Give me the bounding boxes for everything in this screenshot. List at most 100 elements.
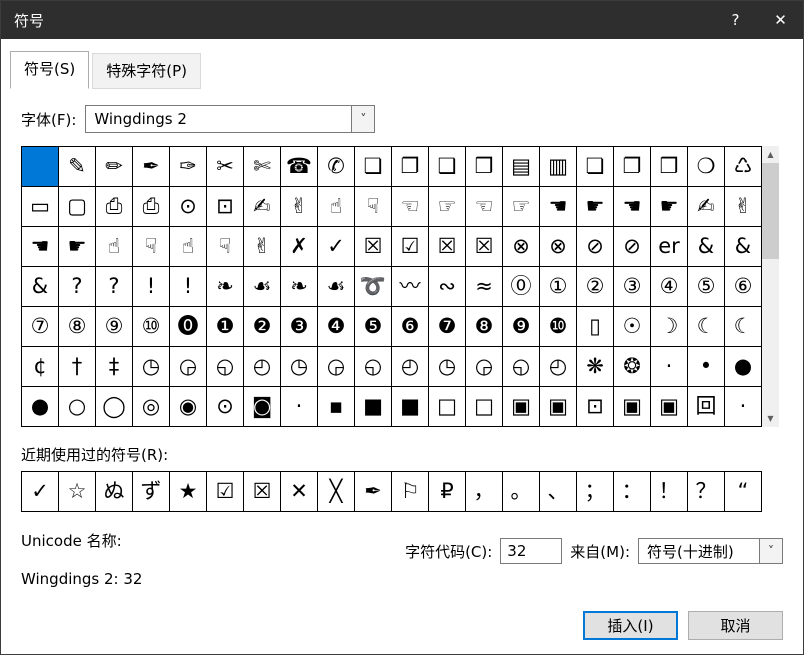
symbol-cell[interactable]: ☙ xyxy=(244,267,281,307)
symbol-cell[interactable]: ▤ xyxy=(503,147,540,187)
symbol-cell[interactable]: ③ xyxy=(614,267,651,307)
symbol-cell[interactable]: ◶ xyxy=(318,347,355,387)
symbol-cell[interactable]: ◙ xyxy=(244,387,281,427)
symbol-cell[interactable]: ⊘ xyxy=(614,227,651,267)
symbol-cell[interactable]: ✌ xyxy=(725,187,762,227)
symbol-cell[interactable]: ✂ xyxy=(207,147,244,187)
symbol-cell[interactable]: ⑥ xyxy=(725,267,762,307)
recent-symbol-cell[interactable]: ？ xyxy=(688,472,725,512)
symbol-cell[interactable]: ! xyxy=(170,267,207,307)
symbol-cell[interactable]: ❏ xyxy=(577,147,614,187)
symbol-cell[interactable]: † xyxy=(59,347,96,387)
symbol-cell[interactable]: ? xyxy=(59,267,96,307)
symbol-cell[interactable]: ⓿ xyxy=(170,307,207,347)
symbol-cell[interactable]: ✍ xyxy=(244,187,281,227)
symbol-cell[interactable]: ⊙ xyxy=(207,387,244,427)
symbol-cell[interactable]: ☟ xyxy=(133,227,170,267)
symbol-cell[interactable]: • xyxy=(688,347,725,387)
symbol-cell[interactable]: ▥ xyxy=(540,147,577,187)
symbol-cell[interactable]: 回 xyxy=(688,387,725,427)
symbol-cell[interactable]: ☛ xyxy=(651,187,688,227)
symbol-cell[interactable]: ◶ xyxy=(466,347,503,387)
symbol-cell[interactable]: ⊘ xyxy=(577,227,614,267)
symbol-cell[interactable]: ⑨ xyxy=(96,307,133,347)
symbol-cell[interactable]: ☾ xyxy=(725,307,762,347)
symbol-cell[interactable]: · xyxy=(651,347,688,387)
symbol-cell[interactable]: ❼ xyxy=(429,307,466,347)
symbol-cell[interactable]: ◉ xyxy=(170,387,207,427)
symbol-cell[interactable]: ⑧ xyxy=(59,307,96,347)
symbol-cell[interactable]: ✌ xyxy=(244,227,281,267)
symbol-cell[interactable]: er xyxy=(651,227,688,267)
symbol-cell[interactable]: ❂ xyxy=(614,347,651,387)
symbol-cell[interactable]: ✑ xyxy=(170,147,207,187)
symbol-cell[interactable]: ‡ xyxy=(96,347,133,387)
symbol-cell[interactable]: ④ xyxy=(651,267,688,307)
tab-symbols[interactable]: 符号(S) xyxy=(10,51,89,89)
scroll-down-icon[interactable]: ▼ xyxy=(762,410,779,427)
symbol-cell[interactable]: ⑦ xyxy=(22,307,59,347)
recent-symbol-cell[interactable]: ！ xyxy=(651,472,688,512)
symbol-cell[interactable]: ❑ xyxy=(429,147,466,187)
symbol-cell[interactable]: ◷ xyxy=(133,347,170,387)
symbol-cell[interactable]: ⊡ xyxy=(577,387,614,427)
recent-symbol-cell[interactable]: ╳ xyxy=(318,472,355,512)
symbol-cell[interactable]: ◴ xyxy=(540,347,577,387)
recent-symbol-cell[interactable]: ； xyxy=(577,472,614,512)
recent-symbol-cell[interactable]: ✒ xyxy=(355,472,392,512)
symbol-cell[interactable]: ☚ xyxy=(540,187,577,227)
symbol-cell[interactable]: ▭ xyxy=(22,187,59,227)
symbol-cell[interactable]: ❾ xyxy=(503,307,540,347)
recent-symbol-cell[interactable]: ✕ xyxy=(281,472,318,512)
symbol-cell[interactable]: ⑤ xyxy=(688,267,725,307)
symbol-cell[interactable]: ✎ xyxy=(59,147,96,187)
symbol-cell[interactable]: ① xyxy=(540,267,577,307)
recent-symbol-cell[interactable]: ぬ xyxy=(96,472,133,512)
symbol-cell[interactable]: ◎ xyxy=(133,387,170,427)
symbol-cell[interactable]: ❺ xyxy=(355,307,392,347)
symbol-cell[interactable]: ❋ xyxy=(577,347,614,387)
symbol-cell[interactable]: ☞ xyxy=(503,187,540,227)
symbol-cell[interactable]: ✒ xyxy=(133,147,170,187)
symbol-cell[interactable]: ◷ xyxy=(281,347,318,387)
symbol-cell[interactable]: ☞ xyxy=(429,187,466,227)
symbol-cell[interactable]: ✆ xyxy=(318,147,355,187)
symbol-cell[interactable]: ⎙ xyxy=(96,187,133,227)
symbol-cell[interactable]: ☜ xyxy=(392,187,429,227)
symbol-cell[interactable]: ☚ xyxy=(614,187,651,227)
symbol-cell[interactable]: ⊡ xyxy=(207,187,244,227)
symbol-cell[interactable]: ⑩ xyxy=(133,307,170,347)
cancel-button[interactable]: 取消 xyxy=(688,611,783,640)
symbol-cell[interactable]: ❐ xyxy=(392,147,429,187)
symbol-cell[interactable]: ☜ xyxy=(466,187,503,227)
symbol-cell[interactable]: ▣ xyxy=(651,387,688,427)
recent-symbol-cell[interactable]: 。 xyxy=(503,472,540,512)
tab-special-characters[interactable]: 特殊字符(P) xyxy=(92,53,201,89)
recent-symbol-cell[interactable]: ⚐ xyxy=(392,472,429,512)
symbol-cell[interactable]: ◵ xyxy=(503,347,540,387)
symbol-cell[interactable]: □ xyxy=(466,387,503,427)
symbol-cell[interactable]: ◷ xyxy=(429,347,466,387)
symbol-cell[interactable]: ❏ xyxy=(355,147,392,187)
symbol-cell[interactable]: ☎ xyxy=(281,147,318,187)
symbol-cell[interactable]: ☛ xyxy=(59,227,96,267)
symbol-cell[interactable]: ○ xyxy=(59,387,96,427)
symbol-cell[interactable]: ◶ xyxy=(170,347,207,387)
symbol-cell[interactable]: ☝ xyxy=(318,187,355,227)
symbol-cell[interactable]: ● xyxy=(22,387,59,427)
recent-symbol-cell[interactable]: ： xyxy=(614,472,651,512)
symbol-cell[interactable]: & xyxy=(22,267,59,307)
char-code-input[interactable] xyxy=(500,538,562,564)
symbol-cell[interactable]: ∾ xyxy=(429,267,466,307)
symbol-cell[interactable]: · xyxy=(725,387,762,427)
symbol-cell[interactable]: ❻ xyxy=(392,307,429,347)
symbol-cell[interactable]: ❽ xyxy=(466,307,503,347)
symbol-cell[interactable]: & xyxy=(725,227,762,267)
recent-symbol-cell[interactable]: ★ xyxy=(170,472,207,512)
grid-scrollbar[interactable]: ▲ ▼ xyxy=(762,146,779,427)
symbol-cell[interactable]: ❸ xyxy=(281,307,318,347)
symbol-cell[interactable]: ❒ xyxy=(651,147,688,187)
symbol-cell[interactable]: ! xyxy=(133,267,170,307)
recent-symbol-cell[interactable]: ✓ xyxy=(22,472,59,512)
symbol-cell[interactable]: ◵ xyxy=(355,347,392,387)
